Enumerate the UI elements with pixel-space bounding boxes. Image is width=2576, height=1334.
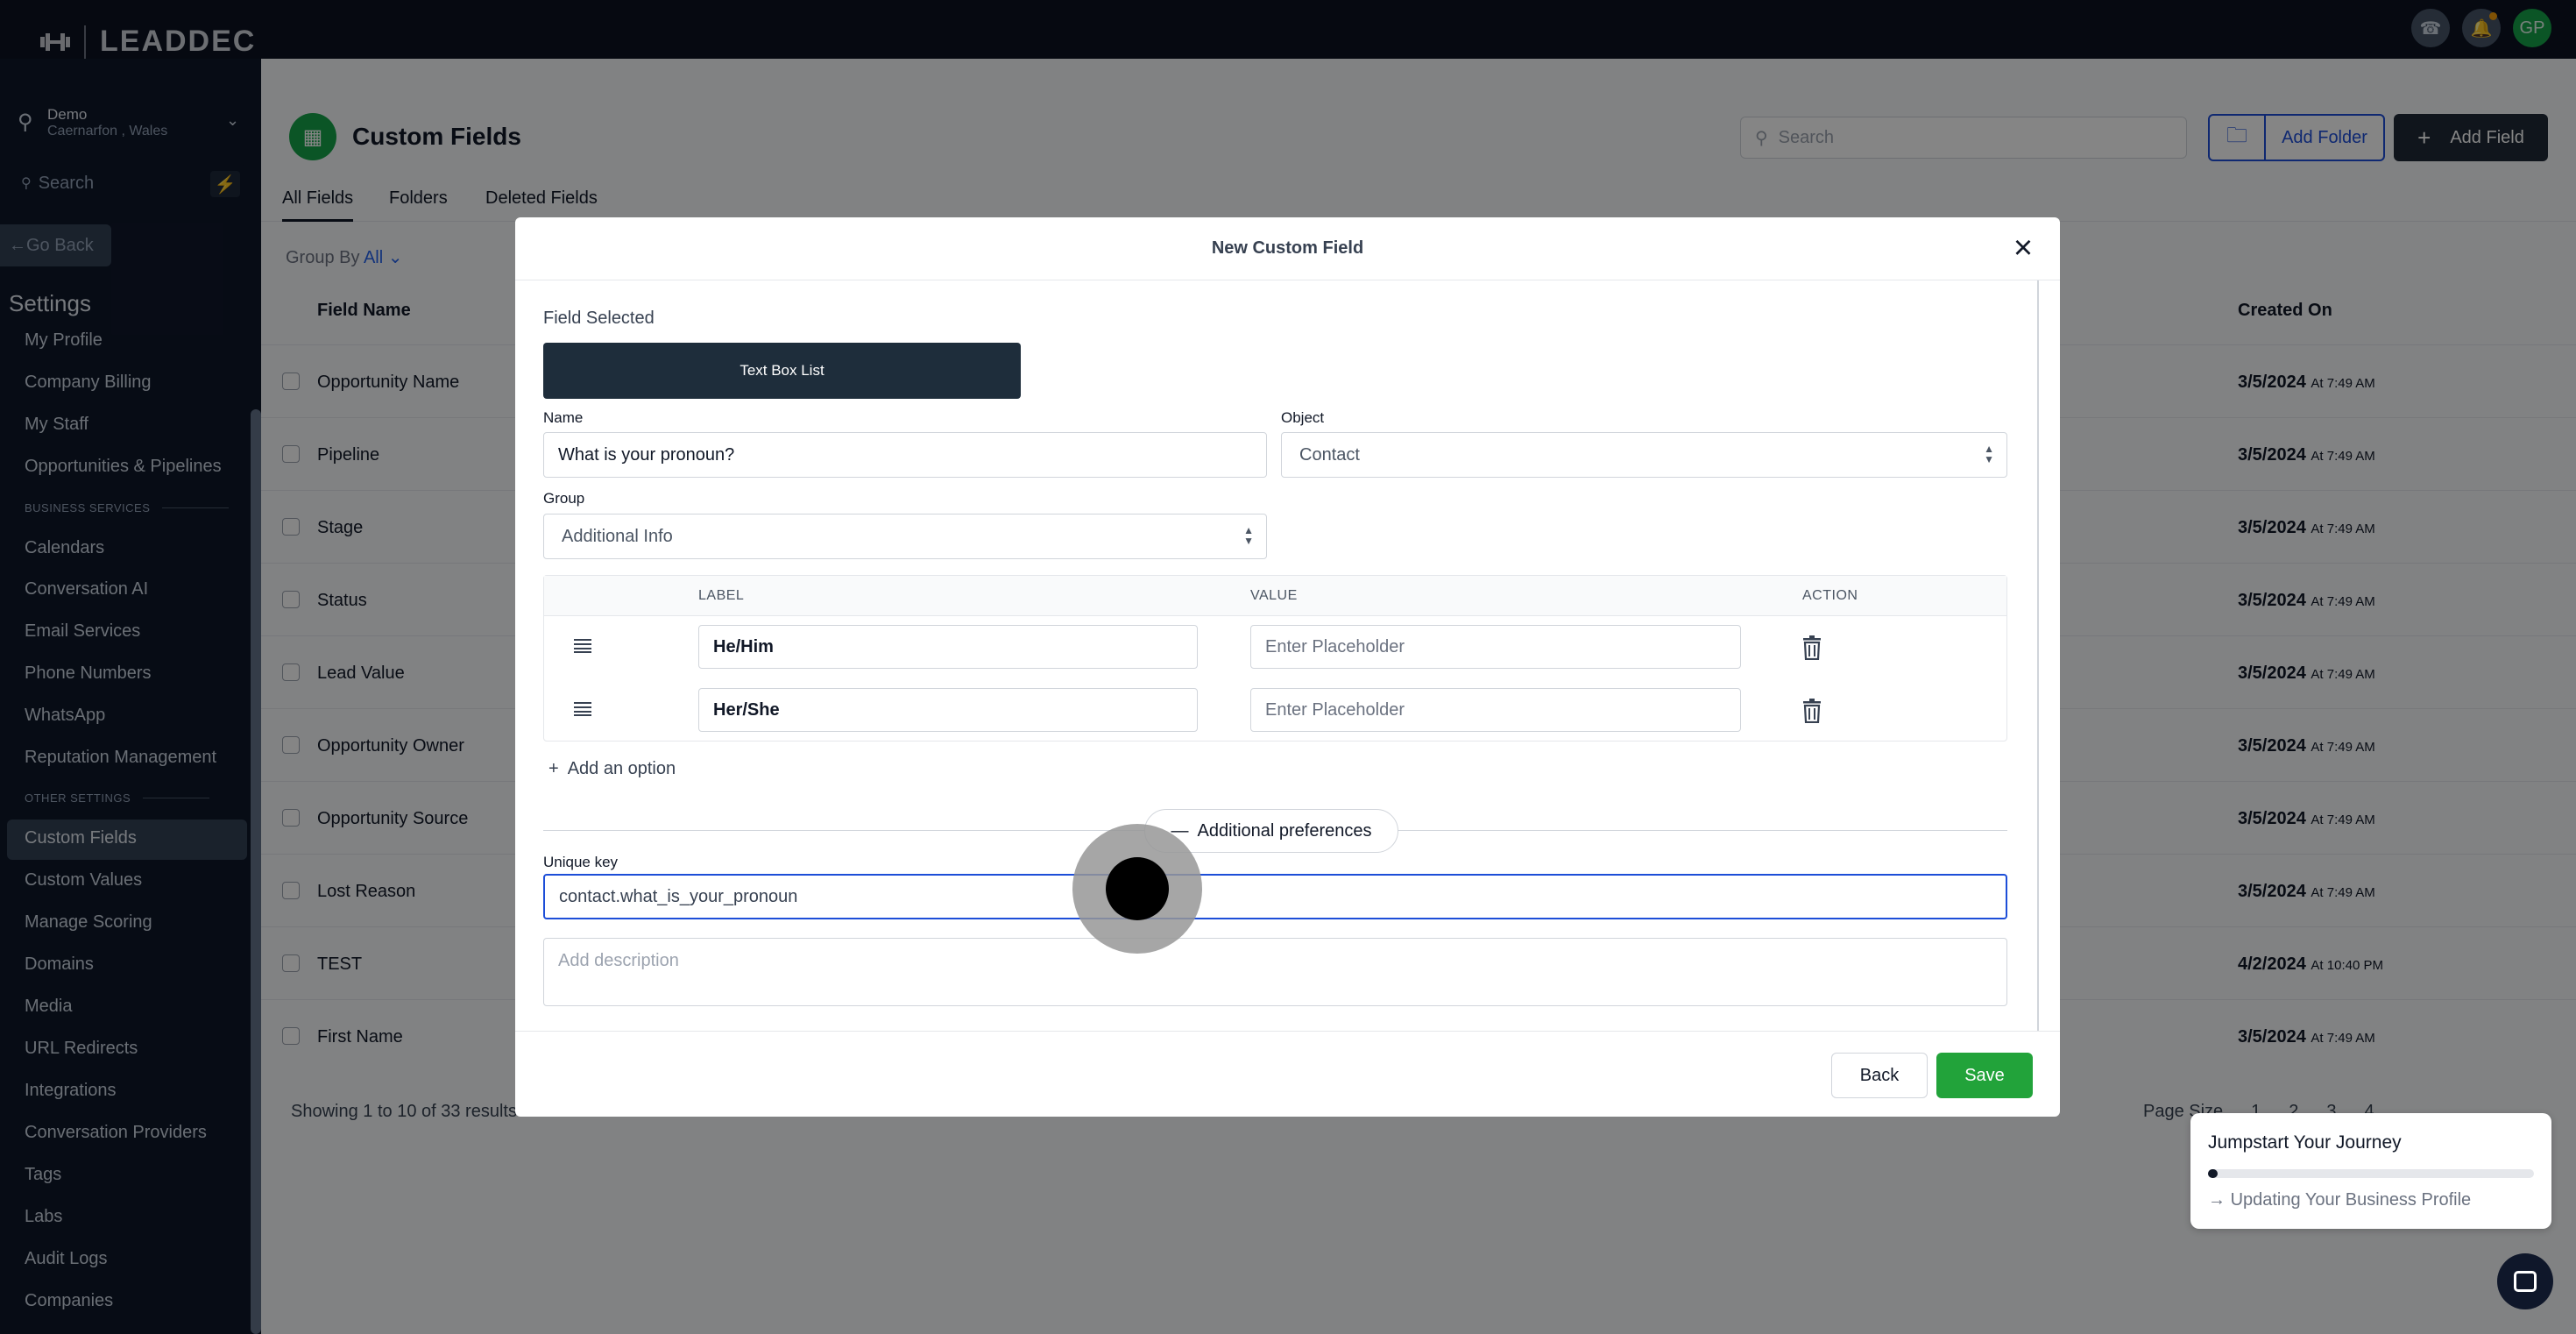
group-label: Group <box>543 490 585 507</box>
additional-preferences-label: Additional preferences <box>1197 820 1372 841</box>
option-row: Her/She Enter Placeholder <box>544 679 2006 742</box>
click-indicator-dot <box>1106 857 1169 920</box>
group-select[interactable]: Additional Info ▲ ▼ <box>543 514 1267 559</box>
name-input[interactable]: What is your pronoun? <box>543 432 1267 478</box>
trash-icon[interactable] <box>1802 635 1822 660</box>
add-option-button[interactable]: + Add an option <box>548 759 676 779</box>
journey-progress-fill <box>2208 1169 2219 1178</box>
drag-handle-icon[interactable] <box>574 702 591 716</box>
new-custom-field-modal: New Custom Field × Field Selected Text B… <box>515 217 2060 1117</box>
journey-progress-bar <box>2208 1169 2534 1178</box>
trash-icon[interactable] <box>1802 699 1822 723</box>
column-header-label: LABEL <box>698 588 745 603</box>
options-table: LABEL VALUE ACTION He/Him Enter Placehol… <box>543 575 2007 742</box>
sort-arrows-icon: ▲ ▼ <box>1243 524 1254 547</box>
back-button[interactable]: Back <box>1831 1053 1928 1098</box>
object-label: Object <box>1281 409 1325 426</box>
description-placeholder: Add description <box>558 951 679 970</box>
journey-step-label: Updating Your Business Profile <box>2230 1190 2472 1210</box>
unique-key-input[interactable]: contact.what_is_your_pronoun <box>543 874 2007 919</box>
field-type-card[interactable]: Text Box List <box>543 343 1021 399</box>
journey-title: Jumpstart Your Journey <box>2208 1132 2402 1153</box>
option-row: He/Him Enter Placeholder <box>544 616 2006 679</box>
column-header-action: ACTION <box>1802 588 1858 603</box>
option-label-input[interactable]: He/Him <box>698 625 1198 669</box>
plus-icon: + <box>548 759 559 778</box>
arrow-right-icon: → <box>2208 1190 2231 1210</box>
drag-handle-icon[interactable] <box>574 639 591 653</box>
object-select[interactable]: Contact ▲ ▼ <box>1281 432 2007 478</box>
close-icon[interactable]: × <box>2007 231 2039 265</box>
save-button[interactable]: Save <box>1936 1053 2033 1098</box>
unique-key-label: Unique key <box>543 854 619 870</box>
object-value: Contact <box>1299 444 1360 465</box>
option-value-input[interactable]: Enter Placeholder <box>1250 688 1741 732</box>
journey-step[interactable]: → Updating Your Business Profile <box>2208 1190 2471 1210</box>
chat-widget-button[interactable] <box>2497 1253 2553 1309</box>
field-selected-label: Field Selected <box>543 309 655 328</box>
add-option-label: Add an option <box>567 759 676 778</box>
jumpstart-journey-card[interactable]: Jumpstart Your Journey → Updating Your B… <box>2190 1113 2551 1229</box>
modal-title: New Custom Field <box>1211 238 1364 258</box>
name-label: Name <box>543 409 584 426</box>
option-value-input[interactable]: Enter Placeholder <box>1250 625 1741 669</box>
modal-scrollbar[interactable] <box>2037 280 2039 1031</box>
column-header-value: VALUE <box>1250 588 1298 603</box>
chat-icon <box>2514 1271 2537 1292</box>
group-value: Additional Info <box>562 526 673 546</box>
description-textarea[interactable]: Add description <box>543 938 2007 1006</box>
sort-arrows-icon: ▲ ▼ <box>1984 443 1994 465</box>
option-label-input[interactable]: Her/She <box>698 688 1198 732</box>
